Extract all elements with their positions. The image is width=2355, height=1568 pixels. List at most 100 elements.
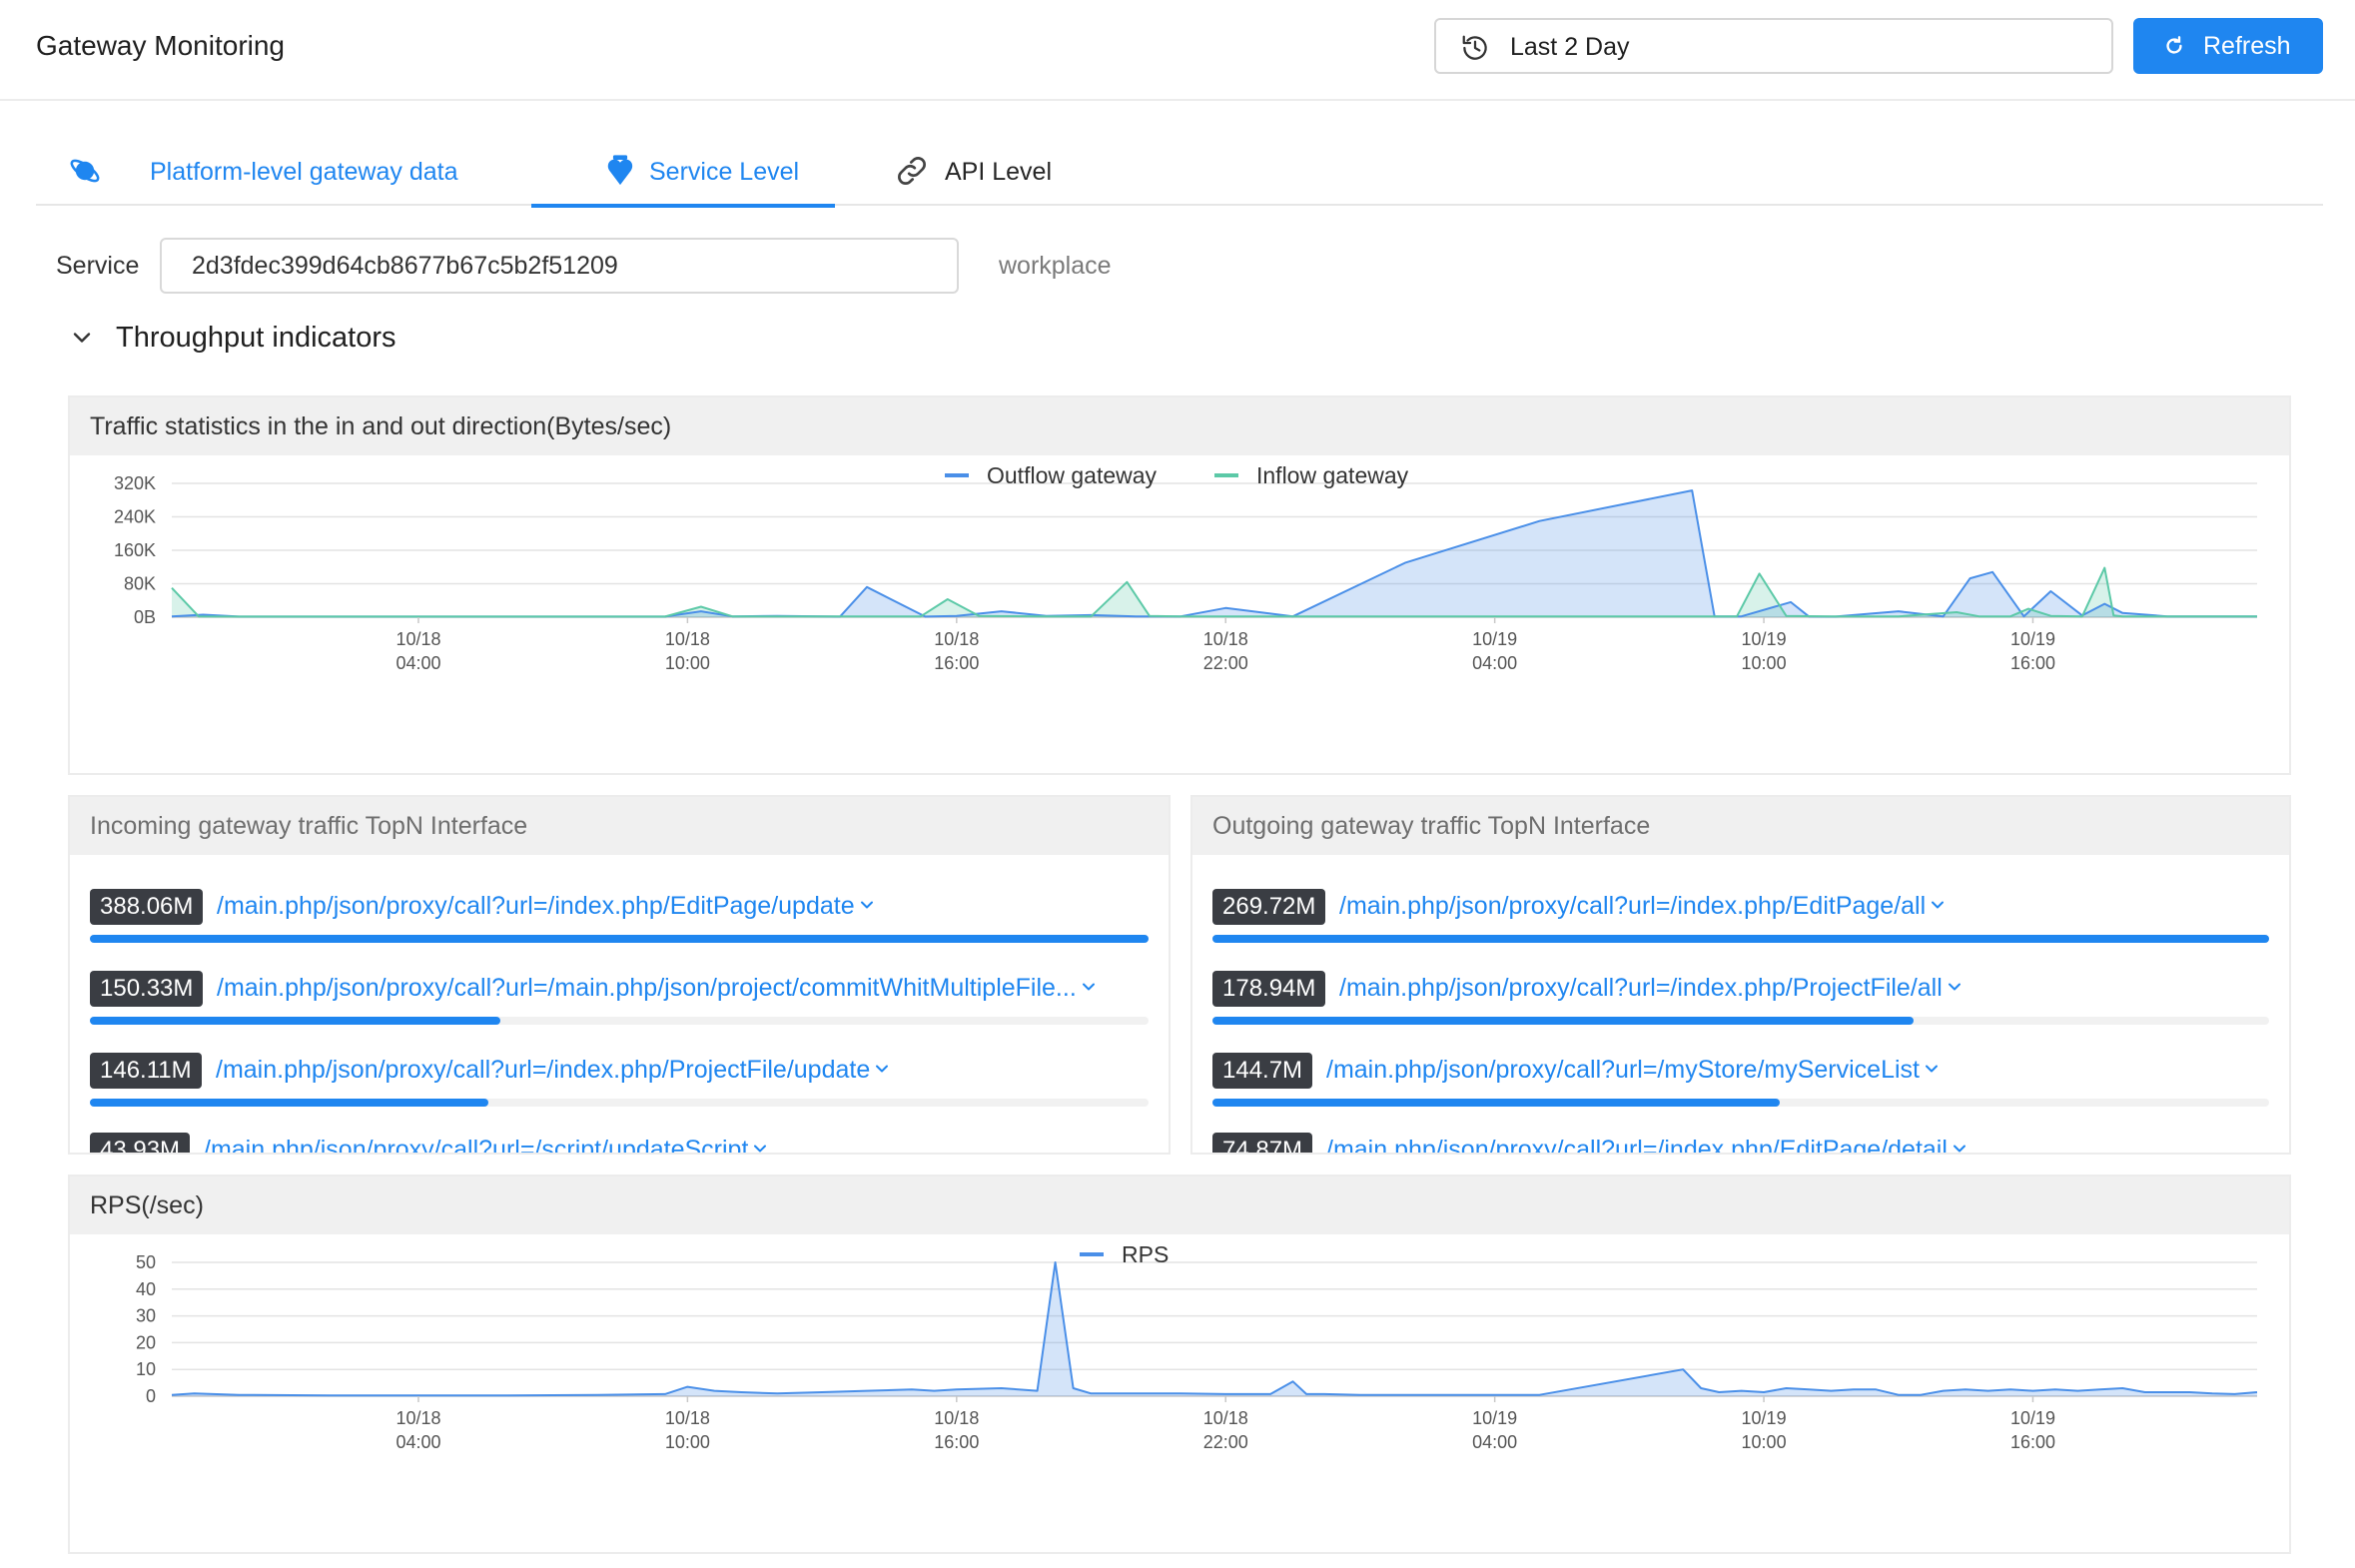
chevron-down-icon[interactable] — [1081, 979, 1097, 995]
x-tick-label: 16:00 — [2010, 653, 2055, 673]
legend-label: Outflow gateway — [987, 462, 1158, 488]
tab-api-label: API Level — [945, 158, 1053, 186]
active-tab-indicator — [531, 204, 835, 208]
x-tick-label: 10/18 — [395, 629, 440, 649]
tab-platform-level[interactable]: Platform-level gateway data — [68, 140, 457, 206]
incoming-topn-panel: Incoming gateway traffic TopN Interface … — [68, 795, 1171, 1155]
chevron-down-icon[interactable] — [1952, 1141, 1967, 1155]
legend-label: RPS — [1122, 1241, 1169, 1267]
interface-path-link[interactable]: /main.php/json/proxy/call?url=/script/up… — [204, 1136, 748, 1153]
collapse-chevron-icon[interactable] — [70, 326, 94, 350]
time-range-select[interactable]: Last 2 Day — [1434, 18, 2113, 74]
topn-item[interactable]: 144.7M /main.php/json/proxy/call?url=/my… — [1212, 1053, 2269, 1133]
y-tick-label: 240K — [114, 507, 156, 527]
topn-item[interactable]: 388.06M /main.php/json/proxy/call?url=/i… — [90, 889, 1149, 969]
x-tick-label: 16:00 — [934, 653, 979, 673]
y-tick-label: 20 — [136, 1332, 156, 1352]
tab-platform-label: Platform-level gateway data — [150, 158, 458, 186]
interface-path-link[interactable]: /main.php/json/proxy/call?url=/index.php… — [1339, 974, 1943, 1003]
traffic-value-badge: 150.33M — [90, 971, 204, 1007]
series-area — [172, 490, 2257, 617]
panel-header: RPS(/sec) — [70, 1176, 2289, 1234]
series-area — [172, 1262, 2257, 1396]
interface-path-link[interactable]: /main.php/json/proxy/call?url=/index.php… — [217, 892, 855, 921]
panel-header: Outgoing gateway traffic TopN Interface — [1192, 797, 2289, 855]
y-tick-label: 0B — [134, 607, 156, 627]
traffic-bar-fill — [1212, 1017, 1914, 1025]
traffic-value-badge: 146.11M — [90, 1053, 202, 1089]
y-tick-label: 80K — [124, 574, 156, 594]
x-tick-label: 22:00 — [1203, 653, 1248, 673]
x-tick-label: 10/18 — [934, 1408, 979, 1428]
level-tabs: Platform-level gateway data Service Leve… — [36, 140, 2323, 208]
x-tick-label: 04:00 — [395, 1432, 440, 1452]
chevron-down-icon[interactable] — [874, 1061, 890, 1077]
panel-title: Incoming gateway traffic TopN Interface — [90, 812, 528, 840]
workplace-text: workplace — [999, 252, 1112, 280]
history-icon — [1462, 35, 1487, 60]
x-tick-label: 10/18 — [934, 629, 979, 649]
x-tick-label: 16:00 — [2010, 1432, 2055, 1452]
top-bar: Gateway Monitoring Last 2 Day Refresh — [0, 0, 2355, 101]
refresh-icon — [2166, 36, 2182, 54]
link-icon — [898, 157, 926, 185]
outgoing-topn-panel: Outgoing gateway traffic TopN Interface … — [1190, 795, 2291, 1155]
rps-chart-panel: RPS(/sec) 0 10 20 30 40 50 10/18 04:00 10/18 10:… — [68, 1175, 2291, 1554]
traffic-bar-track — [1212, 935, 2269, 943]
interface-path-link[interactable]: /main.php/json/proxy/call?url=/main.php/… — [217, 974, 1077, 1003]
interface-path-link[interactable]: /main.php/json/proxy/call?url=/index.php… — [1339, 892, 1926, 921]
traffic-bar-fill — [1212, 935, 2269, 943]
topn-item[interactable]: 178.94M /main.php/json/proxy/call?url=/i… — [1212, 971, 2269, 1051]
traffic-bar-fill — [90, 1099, 489, 1107]
panel-header: Incoming gateway traffic TopN Interface — [70, 797, 1169, 855]
traffic-bar-track — [90, 1099, 1149, 1107]
service-label: Service — [56, 252, 140, 280]
x-tick-label: 10/19 — [1742, 629, 1787, 649]
panel-title: RPS(/sec) — [90, 1191, 204, 1219]
traffic-value-badge: 43.93M — [90, 1133, 191, 1153]
tab-service-level[interactable]: Service Level — [531, 140, 835, 208]
x-tick-label: 10/18 — [665, 1408, 710, 1428]
topn-item[interactable]: 146.11M /main.php/json/proxy/call?url=/i… — [90, 1053, 1149, 1133]
series-line — [171, 1261, 2258, 1397]
service-id-field[interactable]: 2d3fdec399d64cb8677b67c5b2f51209 — [160, 238, 959, 294]
tab-api-level[interactable]: API Level — [895, 140, 1095, 206]
legend-label: Inflow gateway — [1256, 462, 1409, 488]
x-tick-label: 04:00 — [1472, 1432, 1517, 1452]
x-tick-label: 10/19 — [1742, 1408, 1787, 1428]
planet-icon — [70, 159, 100, 183]
panel-title: Outgoing gateway traffic TopN Interface — [1212, 812, 1651, 840]
page-title: Gateway Monitoring — [36, 30, 286, 61]
topn-item[interactable]: 269.72M /main.php/json/proxy/call?url=/i… — [1212, 889, 2269, 969]
section-title: Throughput indicators — [116, 322, 396, 354]
topn-item[interactable]: 43.93M /main.php/json/proxy/call?url=/sc… — [90, 1133, 1149, 1155]
traffic-bar-track — [90, 1017, 1149, 1025]
traffic-value-badge: 144.7M — [1212, 1053, 1313, 1089]
interface-path-link[interactable]: /main.php/json/proxy/call?url=/myStore/m… — [1326, 1056, 1920, 1085]
chevron-down-icon[interactable] — [752, 1141, 768, 1155]
x-tick-label: 10:00 — [665, 653, 710, 673]
y-tick-label: 30 — [136, 1306, 156, 1326]
topn-item[interactable]: 150.33M /main.php/json/proxy/call?url=/m… — [90, 971, 1149, 1051]
time-range-label: Last 2 Day — [1510, 33, 1630, 61]
y-tick-label: 50 — [136, 1252, 156, 1272]
traffic-bar-fill — [90, 935, 1149, 943]
traffic-bar-fill — [90, 1017, 500, 1025]
topn-item[interactable]: 74.87M /main.php/json/proxy/call?url=/in… — [1212, 1133, 2269, 1155]
chevron-down-icon[interactable] — [859, 897, 875, 913]
chevron-down-icon[interactable] — [1947, 979, 1962, 995]
y-tick-label: 0 — [146, 1386, 156, 1406]
tab-service-label: Service Level — [649, 158, 800, 186]
interface-path-link[interactable]: /main.php/json/proxy/call?url=/index.php… — [1326, 1136, 1948, 1153]
chevron-down-icon[interactable] — [1930, 897, 1946, 913]
refresh-button[interactable]: Refresh — [2133, 18, 2323, 74]
traffic-chart-panel: Traffic statistics in the in and out dir… — [68, 395, 2291, 775]
chevron-down-icon[interactable] — [1924, 1061, 1940, 1077]
x-tick-label: 10/18 — [395, 1408, 440, 1428]
interface-path-link[interactable]: /main.php/json/proxy/call?url=/index.php… — [216, 1056, 870, 1085]
refresh-label: Refresh — [2203, 32, 2291, 60]
x-tick-label: 10:00 — [1742, 1432, 1787, 1452]
x-tick-label: 10/19 — [1472, 629, 1517, 649]
traffic-bar-fill — [1212, 1099, 1780, 1107]
traffic-bar-track — [90, 935, 1149, 943]
